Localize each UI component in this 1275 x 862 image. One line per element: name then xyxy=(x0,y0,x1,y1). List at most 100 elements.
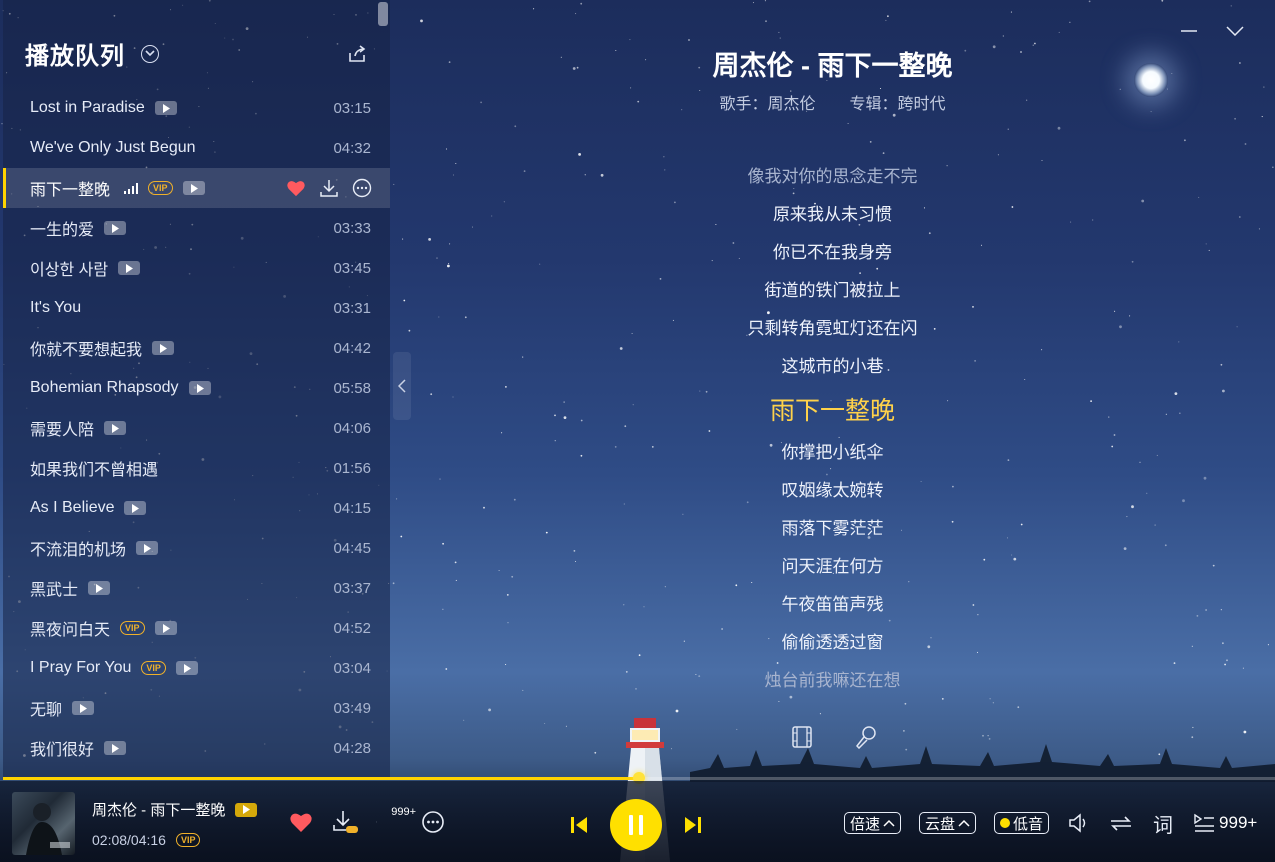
mv-play-icon[interactable] xyxy=(188,381,211,395)
film-icon[interactable] xyxy=(790,724,814,750)
chevron-down-icon[interactable] xyxy=(141,44,159,63)
next-track-icon[interactable] xyxy=(680,812,706,838)
song-row[interactable]: Lost in Paradise 03:15 xyxy=(3,88,390,128)
lyric-line: 午夜笛笛声残 xyxy=(781,595,884,614)
mv-play-icon[interactable] xyxy=(124,501,147,515)
playlist-scrollbar[interactable] xyxy=(378,2,388,26)
bass-label: 低音 xyxy=(1013,815,1044,833)
song-row[interactable]: 一生的爱 03:33 xyxy=(3,208,390,248)
lyric-tools xyxy=(790,724,878,750)
song-row[interactable]: 雨下一整晚 VIP xyxy=(3,168,390,208)
song-title: 雨下一整晚 xyxy=(30,182,111,199)
more-icon[interactable] xyxy=(351,178,372,199)
collapse-down-icon[interactable] xyxy=(1226,22,1244,40)
mv-play-icon[interactable] xyxy=(104,741,127,755)
song-row[interactable]: 你就不要想起我 04:42 xyxy=(3,328,390,368)
song-row[interactable]: 黑武士 03:37 xyxy=(3,568,390,608)
more-icon[interactable] xyxy=(420,809,446,835)
current-lyric-line: 雨下一整晚 xyxy=(769,397,895,425)
song-title: 如果我们不曾相遇 xyxy=(30,462,159,479)
song-duration: 05:58 xyxy=(333,379,371,397)
lyric-line: 雨落下雾茫茫 xyxy=(781,519,884,538)
window-controls xyxy=(1180,22,1244,40)
playing-equalizer-icon xyxy=(124,182,139,194)
mv-badge[interactable] xyxy=(235,802,258,817)
mv-play-icon[interactable] xyxy=(104,221,127,235)
song-row[interactable]: 不流泪的机场 04:45 xyxy=(3,528,390,568)
share-icon[interactable] xyxy=(347,44,367,64)
repeat-mode-icon[interactable] xyxy=(1109,811,1133,835)
speed-label: 倍速 xyxy=(850,815,881,833)
mv-play-icon[interactable] xyxy=(152,341,175,355)
download-icon[interactable] xyxy=(332,809,358,835)
song-row[interactable]: As I Believe 04:15 xyxy=(3,488,390,528)
song-row[interactable]: I Pray For You VIP 03:04 xyxy=(3,648,390,688)
mv-play-icon[interactable] xyxy=(136,541,159,555)
lyric-line: 叹姻缘太婉转 xyxy=(781,481,884,500)
song-row[interactable]: We've Only Just Begun 04:32 xyxy=(3,128,390,168)
song-title: 黑武士 xyxy=(30,582,79,599)
song-duration: 03:04 xyxy=(333,659,371,677)
mv-play-icon[interactable] xyxy=(154,101,177,115)
song-meta: 歌手：周杰伦 专辑：跨时代 xyxy=(560,90,1105,114)
song-row[interactable]: 无聊 03:49 xyxy=(3,688,390,728)
speed-button[interactable]: 倍速 xyxy=(844,812,902,834)
song-duration: 03:37 xyxy=(333,579,371,597)
previous-track-icon[interactable] xyxy=(566,812,592,838)
now-playing-title[interactable]: 周杰伦 - 雨下一整晚 xyxy=(92,799,258,820)
heart-icon[interactable] xyxy=(288,809,314,835)
song-row[interactable]: 이상한 사람 03:45 xyxy=(3,248,390,288)
mv-play-icon[interactable] xyxy=(88,581,111,595)
transport-controls xyxy=(566,799,706,851)
lyric-line: 这城市的小巷 xyxy=(781,357,884,376)
pause-button[interactable] xyxy=(610,799,662,851)
album-link[interactable]: 专辑：跨时代 xyxy=(850,96,946,113)
mv-play-icon[interactable] xyxy=(72,701,95,715)
progress-bar[interactable] xyxy=(3,772,1275,784)
singer-link[interactable]: 歌手：周杰伦 xyxy=(719,96,815,113)
lyrics-toggle[interactable]: 词 xyxy=(1151,811,1175,837)
song-row[interactable]: 如果我们不曾相遇 01:56 xyxy=(3,448,390,488)
song-row[interactable]: 我们很好 04:28 xyxy=(3,728,390,768)
lyric-line: 街道的铁门被拉上 xyxy=(764,281,901,300)
vip-badge: VIP xyxy=(148,181,173,195)
lyric-line: 偷偷透透过窗 xyxy=(781,633,884,652)
collapse-panel-button[interactable] xyxy=(393,352,411,420)
row-actions xyxy=(285,178,372,199)
comment-icon[interactable]: 999+ xyxy=(376,806,416,835)
lyric-line: 你撑把小纸伞 xyxy=(781,443,884,462)
song-row[interactable]: 黑夜问白天 VIP 04:52 xyxy=(3,608,390,648)
download-icon[interactable] xyxy=(318,178,339,199)
minimize-icon[interactable] xyxy=(1180,22,1198,40)
mv-play-icon[interactable] xyxy=(182,181,205,195)
song-duration: 03:15 xyxy=(333,99,371,117)
player-bar: 周杰伦 - 雨下一整晚 02:08/04:16 VIP 999+ 倍速 云盘 低… xyxy=(0,781,1275,862)
mv-play-icon[interactable] xyxy=(154,621,177,635)
song-row[interactable]: 需要人陪 04:06 xyxy=(3,408,390,448)
song-duration: 03:49 xyxy=(333,699,371,717)
heart-icon[interactable] xyxy=(285,178,306,199)
microphone-icon[interactable] xyxy=(854,724,878,750)
song-title: It's You xyxy=(30,299,82,316)
song-duration: 03:45 xyxy=(333,259,371,277)
song-title: 你就不要想起我 xyxy=(30,342,143,359)
cloud-disk-button[interactable]: 云盘 xyxy=(919,812,977,834)
song-duration: 04:52 xyxy=(333,619,371,637)
lyric-line: 你已不在我身旁 xyxy=(773,243,892,262)
right-controls: 倍速 云盘 低音 词 999+ xyxy=(844,811,1257,837)
song-duration: 04:28 xyxy=(333,739,371,757)
song-duration: 04:45 xyxy=(333,539,371,557)
bass-button[interactable]: 低音 xyxy=(994,812,1050,834)
song-row[interactable]: It's You 03:31 xyxy=(3,288,390,328)
song-row[interactable]: Bohemian Rhapsody 05:58 xyxy=(3,368,390,408)
chevron-up-icon xyxy=(958,819,970,827)
queue-button[interactable]: 999+ xyxy=(1193,813,1257,833)
queue-icon xyxy=(1194,813,1215,832)
mv-play-icon[interactable] xyxy=(104,421,127,435)
mv-play-icon[interactable] xyxy=(175,661,198,675)
volume-icon[interactable] xyxy=(1067,811,1091,835)
album-cover[interactable] xyxy=(12,792,75,855)
now-playing-title-text: 周杰伦 - 雨下一整晚 xyxy=(92,802,226,819)
chevron-up-icon xyxy=(883,819,895,827)
mv-play-icon[interactable] xyxy=(118,261,141,275)
